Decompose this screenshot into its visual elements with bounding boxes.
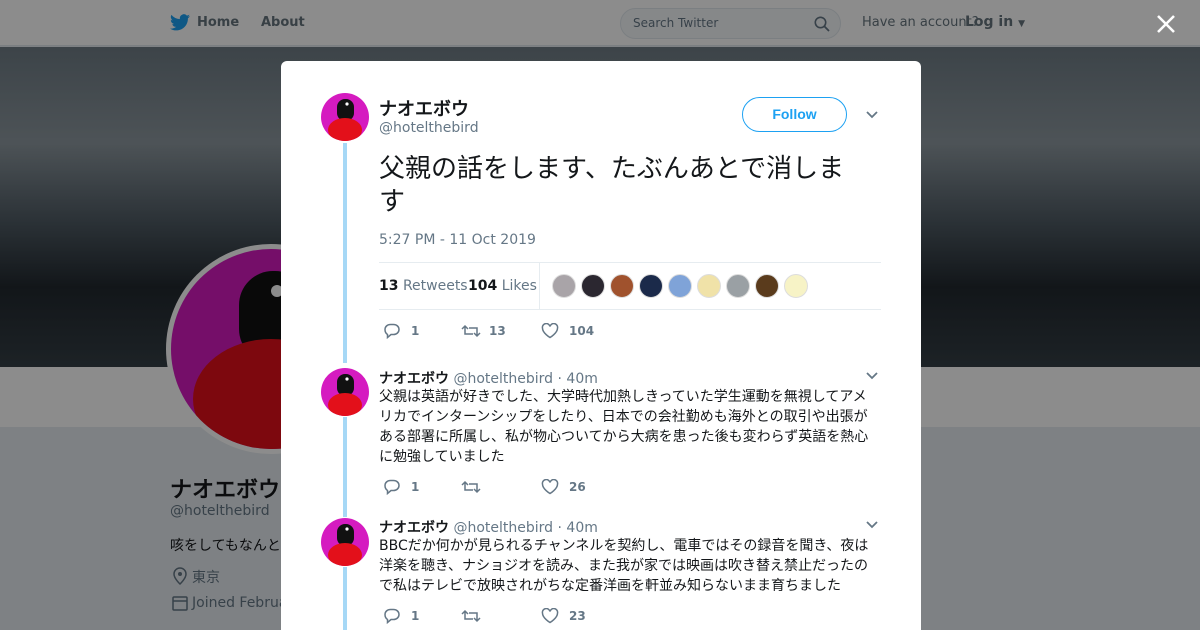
liker-avatar[interactable] xyxy=(639,274,663,298)
avatar[interactable] xyxy=(321,368,369,416)
tweet-stats: 13 Retweets 104 Likes xyxy=(379,262,881,310)
reply-count: 1 xyxy=(411,609,420,623)
reply-count: 1 xyxy=(411,324,420,338)
liker-avatar[interactable] xyxy=(581,274,605,298)
reply-time[interactable]: 40m xyxy=(566,371,597,387)
like-count: 26 xyxy=(569,480,586,494)
reply-line: に勉強していました xyxy=(379,449,505,465)
reply-line: BBCだか何かが見られるチャンネルを契約し、電車ではその録音を聞き、夜は xyxy=(379,538,869,554)
reply-header: ナオエボウ @hotelthebird · 40m xyxy=(379,517,598,537)
tweet-timestamp[interactable]: 5:27 PM - 11 Oct 2019 xyxy=(379,232,536,248)
liker-avatar[interactable] xyxy=(726,274,750,298)
tweet-author-name[interactable]: ナオエボウ xyxy=(379,95,469,121)
reply-text: BBCだか何かが見られるチャンネルを契約し、電車ではその録音を聞き、夜は 洋楽を… xyxy=(379,536,874,596)
reply-line: 父親は英語が好きでした、大学時代加熱しきっていた学生運動を無視してアメ xyxy=(379,389,867,405)
follow-button[interactable]: Follow xyxy=(742,97,847,132)
heart-icon xyxy=(541,479,559,495)
thread-line xyxy=(343,143,347,363)
like-count: 104 xyxy=(569,324,595,338)
chevron-down-icon[interactable] xyxy=(865,371,879,381)
likes-label: Likes xyxy=(501,278,537,294)
liker-avatar[interactable] xyxy=(697,274,721,298)
chevron-down-icon[interactable] xyxy=(865,110,879,120)
reply-separator: · xyxy=(557,520,562,536)
likes-stat[interactable]: 104 Likes xyxy=(468,278,537,294)
reply-header: ナオエボウ @hotelthebird · 40m xyxy=(379,368,598,388)
heart-icon xyxy=(541,323,559,339)
reply-line: リカでインターンシップをしたり、日本での会社勤めも海外との取引や出張が xyxy=(379,409,868,425)
liker-avatar[interactable] xyxy=(610,274,634,298)
thread-line xyxy=(343,417,347,517)
reply-separator: · xyxy=(557,371,562,387)
like-count: 23 xyxy=(569,609,586,623)
stats-divider xyxy=(539,263,540,309)
reply-icon xyxy=(384,608,400,624)
retweets-count: 13 xyxy=(379,278,399,294)
retweet-icon xyxy=(461,609,481,623)
avatar[interactable] xyxy=(321,93,369,141)
reply-text: 父親は英語が好きでした、大学時代加熱しきっていた学生運動を無視してアメ リカでイ… xyxy=(379,387,874,467)
heart-icon xyxy=(541,608,559,624)
likes-count: 104 xyxy=(468,278,498,294)
tweet-author-handle[interactable]: @hotelthebird xyxy=(379,120,479,136)
reply-line: で私はテレビで放映されがちな定番洋画を軒並み知らないまま育ちました xyxy=(379,578,841,594)
retweet-icon xyxy=(461,324,481,338)
liker-avatar[interactable] xyxy=(784,274,808,298)
retweets-stat[interactable]: 13 Retweets xyxy=(379,278,468,294)
reply-icon xyxy=(384,323,400,339)
reply-author-name[interactable]: ナオエボウ xyxy=(379,520,449,536)
liker-avatar[interactable] xyxy=(755,274,779,298)
tweet-text: 父親の話をします、たぶんあとで消します xyxy=(379,154,845,217)
retweet-count: 13 xyxy=(489,324,506,338)
liker-avatar[interactable] xyxy=(668,274,692,298)
reply-line: ある部署に所属し、私が物心ついてから大病を患った後も変わらず英語を熱心 xyxy=(379,429,869,445)
reply-author-handle[interactable]: @hotelthebird xyxy=(453,371,553,387)
bird-avatar-art xyxy=(328,524,362,566)
bird-avatar-art xyxy=(328,99,362,141)
close-icon[interactable] xyxy=(1154,12,1178,36)
chevron-down-icon[interactable] xyxy=(865,520,879,530)
thread-line xyxy=(343,567,347,630)
avatar[interactable] xyxy=(321,518,369,566)
retweet-icon xyxy=(461,480,481,494)
reply-icon xyxy=(384,479,400,495)
reply-count: 1 xyxy=(411,480,420,494)
retweets-label: Retweets xyxy=(402,278,468,294)
reply-time[interactable]: 40m xyxy=(566,520,597,536)
liker-avatar[interactable] xyxy=(552,274,576,298)
bird-avatar-art xyxy=(328,374,362,416)
tweet-modal: ナオエボウ @hotelthebird Follow 父親の話をします、たぶんあ… xyxy=(281,61,921,630)
reply-author-handle[interactable]: @hotelthebird xyxy=(453,520,553,536)
reply-line: 洋楽を聴き、ナショジオを読み、また我が家では映画は吹き替え禁止だったの xyxy=(379,558,869,574)
reply-author-name[interactable]: ナオエボウ xyxy=(379,371,449,387)
